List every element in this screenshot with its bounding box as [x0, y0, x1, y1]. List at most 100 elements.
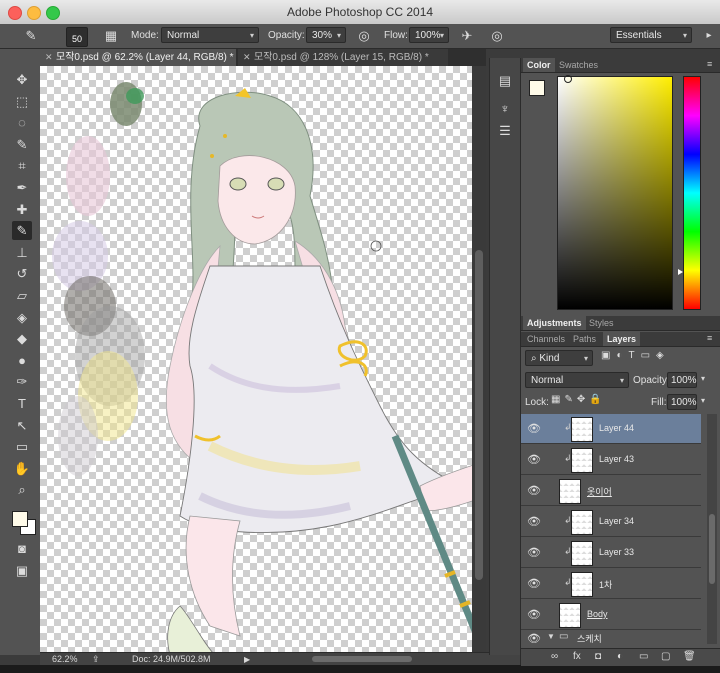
new-layer-icon[interactable]: ▢	[661, 651, 670, 662]
layer-row[interactable]: 👁 ↲ Layer 34	[521, 507, 701, 537]
layer-name[interactable]: Layer 43	[599, 454, 634, 464]
flow-field[interactable]: 100% ▾	[409, 27, 449, 43]
healing-icon[interactable]: ✚	[12, 200, 32, 219]
close-window-button[interactable]	[8, 6, 22, 20]
visibility-eye-icon[interactable]: 👁	[527, 422, 541, 435]
lock-icons[interactable]: ▦✎✥🔒	[551, 394, 606, 405]
visibility-eye-icon[interactable]: 👁	[527, 577, 541, 590]
marquee-icon[interactable]: ⬚	[12, 92, 32, 111]
paint-bucket-icon[interactable]: ◈	[12, 308, 32, 327]
dodge-icon[interactable]: ●	[12, 351, 32, 370]
visibility-eye-icon[interactable]: 👁	[527, 515, 541, 528]
blur-icon[interactable]: ◆	[12, 329, 32, 348]
layer-name[interactable]: Layer 44	[599, 423, 634, 433]
foreground-color-tool[interactable]	[12, 511, 28, 527]
opacity-field[interactable]: 30% ▾	[306, 27, 346, 43]
layer-filter-dropdown[interactable]: ⌕ Kind ▾	[525, 350, 593, 366]
lasso-icon[interactable]: ◌	[12, 113, 32, 132]
eraser-icon[interactable]: ▱	[12, 286, 32, 305]
maximize-window-button[interactable]	[46, 6, 60, 20]
hand-icon[interactable]: ✋	[12, 459, 32, 478]
tab-swatches[interactable]: Swatches	[555, 58, 602, 72]
hue-slider-handle[interactable]	[678, 269, 683, 275]
crop-icon[interactable]: ⌗	[12, 156, 32, 175]
brush-size-picker[interactable]: 50	[66, 27, 88, 47]
layer-style-icon[interactable]: fx	[573, 651, 581, 662]
color-field[interactable]	[557, 75, 673, 310]
layer-opacity-field[interactable]: 100%	[667, 372, 697, 388]
tab-channels[interactable]: Channels	[523, 332, 569, 346]
path-select-icon[interactable]: ↖	[12, 416, 32, 435]
new-group-icon[interactable]: ▭	[639, 651, 648, 662]
mode-dropdown[interactable]: Normal ▾	[161, 27, 259, 43]
layer-row[interactable]: 👁 옷이어	[521, 476, 701, 506]
filter-icons[interactable]: ▣◐T▭◈	[601, 350, 711, 366]
brush-presets-icon[interactable]: ♆	[496, 100, 514, 118]
blend-mode-dropdown[interactable]: Normal ▾	[525, 372, 629, 388]
visibility-eye-icon[interactable]: 👁	[527, 484, 541, 497]
airbrush-icon[interactable]: ✈	[458, 27, 476, 45]
layer-mask-icon[interactable]: ◘	[595, 651, 601, 662]
fill-arrow-icon[interactable]: ▾	[701, 396, 705, 405]
pen-icon[interactable]: ✑	[12, 372, 32, 391]
visibility-eye-icon[interactable]: 👁	[527, 632, 541, 644]
link-layers-icon[interactable]: ∞	[551, 651, 558, 662]
history-brush-icon[interactable]: ↺	[12, 264, 32, 283]
opacity-arrow-icon[interactable]: ▾	[701, 374, 705, 383]
group-name[interactable]: 스케치	[577, 632, 602, 644]
layers-scrollbar[interactable]	[707, 414, 717, 644]
layer-name[interactable]: Layer 34	[599, 516, 634, 526]
visibility-eye-icon[interactable]: 👁	[527, 608, 541, 621]
layers-menu-icon[interactable]: ≡	[707, 333, 712, 343]
document-canvas[interactable]	[40, 66, 486, 655]
screen-mode-icon[interactable]: ▣	[12, 561, 32, 580]
tab-layers[interactable]: Layers	[603, 332, 641, 346]
tab-color[interactable]: Color	[523, 58, 555, 72]
layer-row[interactable]: 👁 ↲ Layer 44	[521, 414, 701, 444]
rectangle-icon[interactable]: ▭	[12, 437, 32, 456]
horizontal-scroll-thumb[interactable]	[312, 656, 412, 662]
visibility-eye-icon[interactable]: 👁	[527, 453, 541, 466]
type-icon[interactable]: T	[12, 394, 32, 413]
quick-mask-icon[interactable]: ◙	[12, 539, 32, 558]
delete-layer-icon[interactable]: 🗑	[683, 651, 696, 662]
eyedropper-icon[interactable]: ✒	[12, 178, 32, 197]
stamp-icon[interactable]: ⊥	[12, 243, 32, 262]
quick-select-icon[interactable]: ✎	[12, 135, 32, 154]
minimize-window-button[interactable]	[27, 6, 41, 20]
brush-icon[interactable]: ✎	[12, 221, 32, 241]
tab-paths[interactable]: Paths	[569, 332, 600, 346]
zoom-icon[interactable]: ⌕	[12, 480, 32, 499]
hue-slider[interactable]	[678, 76, 701, 310]
tab-styles[interactable]: Styles	[585, 316, 618, 330]
layer-name[interactable]: Body	[587, 609, 608, 619]
layer-row[interactable]: 👁 ↲ Layer 33	[521, 538, 701, 568]
layer-row[interactable]: 👁 ↲ 1차	[521, 569, 701, 599]
collapse-icon[interactable]: ▸	[700, 27, 718, 45]
layer-row[interactable]: 👁 Body	[521, 600, 701, 630]
pressure-opacity-icon[interactable]: ◎	[355, 27, 373, 45]
history-icon[interactable]: ▤	[496, 72, 514, 90]
layer-name[interactable]: 옷이어	[587, 485, 612, 498]
adjustment-layer-icon[interactable]: ◐	[617, 651, 623, 662]
scroll-thumb[interactable]	[475, 250, 483, 580]
move-icon[interactable]: ✥	[12, 70, 32, 89]
pressure-size-icon[interactable]: ◎	[488, 27, 506, 45]
panel-menu-icon[interactable]: ≡	[707, 59, 712, 69]
layer-row[interactable]: 👁 ↲ Layer 43	[521, 445, 701, 475]
properties-icon[interactable]: ☰	[496, 122, 514, 140]
layer-name[interactable]: Layer 33	[599, 547, 634, 557]
group-expand-icon[interactable]: ▼	[547, 632, 555, 641]
brush-tool-preset-icon[interactable]: ✎	[22, 27, 40, 45]
layers-scroll-thumb[interactable]	[709, 514, 715, 584]
close-tab-icon[interactable]: ✕	[243, 49, 251, 66]
color-picker-marker[interactable]	[564, 75, 572, 83]
foreground-color-swatch[interactable]	[529, 80, 545, 96]
tab-document-1[interactable]: ✕ 모작0.psd @ 62.2% (Layer 44, RGB/8) *	[40, 49, 236, 66]
close-tab-icon[interactable]: ✕	[45, 49, 53, 66]
layer-name[interactable]: 1차	[599, 578, 612, 591]
tab-document-2[interactable]: ✕ 모작0.psd @ 128% (Layer 15, RGB/8) *	[238, 49, 448, 66]
workspace-dropdown[interactable]: Essentials ▾	[610, 27, 692, 43]
tab-adjustments[interactable]: Adjustments	[523, 316, 586, 330]
fill-field[interactable]: 100%	[667, 394, 697, 410]
